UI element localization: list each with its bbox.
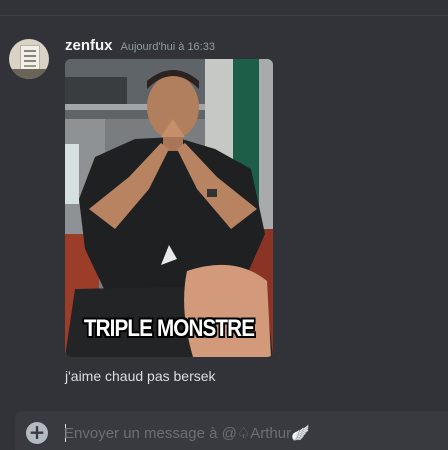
gif-image — [65, 59, 273, 357]
avatar[interactable] — [9, 39, 49, 79]
avatar-band — [9, 69, 49, 79]
plus-circle-icon[interactable]: + — [26, 422, 48, 444]
message-header: zenfux Aujourd'hui à 16:33 — [65, 37, 215, 54]
message-composer: + — [15, 411, 448, 450]
timestamp: Aujourd'hui à 16:33 — [120, 41, 215, 53]
message-text: j'aime chaud pas bersek — [65, 368, 216, 384]
top-divider — [0, 15, 448, 16]
username[interactable]: zenfux — [65, 37, 113, 54]
gif-attachment[interactable]: TRIPLE MONSTRE — [65, 59, 273, 357]
message-input[interactable] — [64, 422, 434, 444]
gif-caption: TRIPLE MONSTRE — [83, 315, 255, 342]
